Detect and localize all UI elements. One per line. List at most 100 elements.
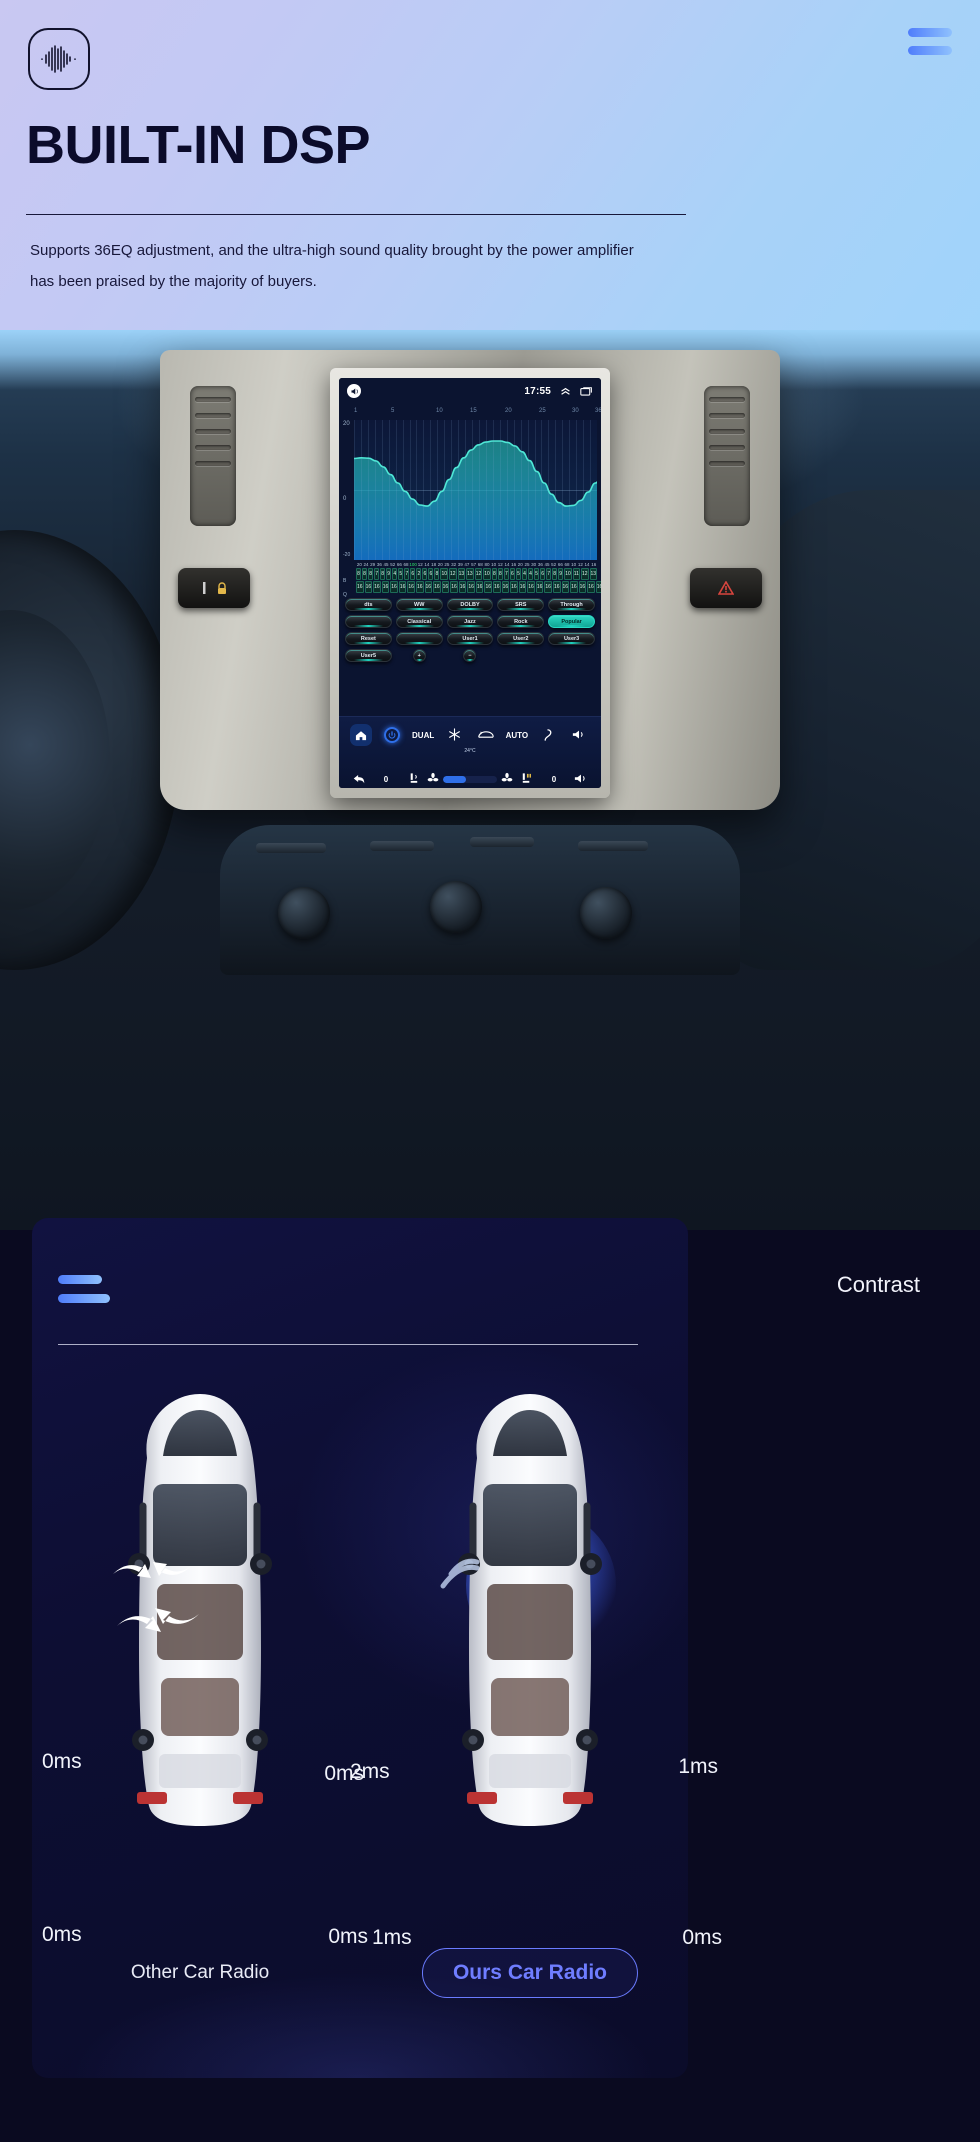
band-cell[interactable]: 16	[450, 581, 458, 593]
band-cell[interactable]: 16	[441, 581, 450, 593]
hvac-knob[interactable]	[580, 887, 632, 939]
band-cell[interactable]: 16	[484, 581, 492, 593]
power-button[interactable]	[376, 727, 407, 743]
band-cell[interactable]: 4	[392, 568, 398, 580]
band-cell[interactable]: 16	[518, 581, 527, 593]
band-q-row[interactable]: 16 16 16 16 16 16 16 16 16 16 16 16 16 16 16 16 16 16 16 16…	[343, 581, 601, 593]
band-cell[interactable]: 10	[564, 568, 572, 580]
hvac-knob[interactable]	[278, 887, 330, 939]
band-cell[interactable]: 9	[558, 568, 564, 580]
band-cell[interactable]: 11	[572, 568, 580, 580]
band-cell[interactable]: 12	[449, 568, 457, 580]
band-cell[interactable]: 16	[458, 581, 467, 593]
band-cell[interactable]: 5	[515, 568, 521, 580]
eq-chart[interactable]: 1 5 10 15 20 25 30 36 20 0	[343, 408, 601, 560]
preset-user2[interactable]: User2	[497, 632, 545, 645]
radio-screen[interactable]: 17:55 1 5 10 15 20 25 30 36 20 0 -20 20 …	[339, 378, 601, 788]
hazard-lights-button[interactable]	[690, 568, 762, 608]
heated-seat-button[interactable]	[513, 772, 540, 787]
band-cell[interactable]: 7	[374, 568, 380, 580]
band-cell[interactable]: 4	[528, 568, 534, 580]
band-cell[interactable]: 8	[497, 568, 503, 580]
band-cell[interactable]: 16	[467, 581, 475, 593]
band-cell[interactable]: 16	[433, 581, 441, 593]
defrost-button[interactable]	[470, 729, 501, 742]
band-cell[interactable]: 8	[356, 568, 362, 580]
door-lock-button[interactable]	[178, 568, 250, 608]
band-cell[interactable]: 7	[404, 568, 410, 580]
band-cell[interactable]: 6	[410, 568, 416, 580]
hamburger-menu-icon[interactable]	[898, 28, 952, 64]
band-cell[interactable]: 16	[501, 581, 510, 593]
band-cell[interactable]: 16	[398, 581, 407, 593]
band-cell[interactable]: 5	[534, 568, 540, 580]
band-cell[interactable]: 8	[362, 568, 368, 580]
band-cell[interactable]: 6	[428, 568, 434, 580]
band-cell[interactable]: 16	[535, 581, 544, 593]
band-cell[interactable]: 16	[390, 581, 398, 593]
band-cell[interactable]: 13	[457, 568, 466, 580]
band-cell[interactable]: 16	[381, 581, 390, 593]
climate-control-bar[interactable]: DUAL AUTO 24°C 0 0	[339, 716, 601, 788]
dts-logo-icon[interactable]: dts	[345, 598, 392, 611]
band-cell[interactable]: 16	[595, 581, 601, 593]
preset-classical[interactable]: Classical	[395, 615, 443, 628]
band-cell[interactable]: 8	[552, 568, 558, 580]
band-cell[interactable]: 6	[509, 568, 515, 580]
band-cell[interactable]: 8	[368, 568, 374, 580]
band-cell[interactable]: 16	[493, 581, 501, 593]
band-cell[interactable]: 16	[364, 581, 373, 593]
band-cell[interactable]: 10	[440, 568, 448, 580]
band-cell[interactable]: 16	[510, 581, 518, 593]
eq-band-table[interactable]: -20 20 24 29 36 45 52 66 68 100 12 14 18 20 25 32 39 47 5…	[343, 552, 601, 598]
band-cell[interactable]: 16	[570, 581, 578, 593]
recent-apps-icon[interactable]	[580, 386, 593, 396]
srs-logo-icon[interactable]: SRS	[497, 598, 545, 611]
auto-button[interactable]: AUTO	[501, 731, 532, 740]
band-cell[interactable]: 16	[424, 581, 433, 593]
preset-rock[interactable]: Rock	[497, 615, 545, 628]
chevron-up-icon[interactable]	[560, 387, 571, 396]
preset-user3[interactable]: User3	[548, 632, 595, 645]
band-cell[interactable]: 16	[587, 581, 595, 593]
band-cell[interactable]: 2	[416, 568, 422, 580]
band-cell[interactable]: 8	[434, 568, 440, 580]
band-cell[interactable]: 13	[466, 568, 474, 580]
balance-icon[interactable]	[345, 615, 392, 628]
band-cell[interactable]: 16	[544, 581, 552, 593]
band-cell[interactable]: 8	[491, 568, 497, 580]
volume-up-button[interactable]	[564, 729, 595, 742]
ac-button[interactable]	[439, 727, 470, 743]
preset-button-grid[interactable]: dts WW DOLBY SRS Through Classical Jazz Rock Pop…	[339, 593, 601, 665]
band-cell[interactable]: 16	[356, 581, 364, 593]
band-cell[interactable]: 7	[546, 568, 552, 580]
dolby-logo-icon[interactable]: DOLBY	[446, 598, 494, 611]
band-cell[interactable]: 12	[474, 568, 483, 580]
band-cell[interactable]: 7	[503, 568, 509, 580]
preset-user5[interactable]: User5	[345, 649, 392, 662]
band-cell[interactable]: 16	[561, 581, 570, 593]
preset-through[interactable]: Through	[548, 598, 595, 611]
plus-icon[interactable]: +	[412, 649, 426, 662]
band-cell[interactable]: 16	[475, 581, 484, 593]
ours-car-radio-button[interactable]: Ours Car Radio	[421, 1948, 639, 1998]
info-icon[interactable]	[395, 632, 443, 645]
eq-plot-area[interactable]	[354, 420, 597, 560]
preset-user1[interactable]: User1	[446, 632, 494, 645]
band-cell[interactable]: 16	[373, 581, 381, 593]
left-temp-value[interactable]: 0	[372, 775, 399, 784]
fan-slider-track[interactable]	[442, 775, 497, 783]
volume-up-button-2[interactable]	[568, 773, 595, 786]
band-cell[interactable]: 12	[580, 568, 589, 580]
band-cell[interactable]: 4	[521, 568, 527, 580]
right-temp-value[interactable]: 0	[540, 775, 567, 784]
band-cell[interactable]: 10	[483, 568, 491, 580]
band-cell[interactable]: 16	[407, 581, 415, 593]
preset-jazz[interactable]: Jazz	[446, 615, 494, 628]
minus-icon[interactable]: −	[463, 649, 477, 662]
ww-logo-icon[interactable]: WW	[395, 598, 443, 611]
contrast-hamburger-menu-icon[interactable]	[58, 1275, 110, 1313]
fan-speed-slider[interactable]	[427, 772, 513, 786]
seat-airflow-button[interactable]	[400, 772, 427, 787]
band-cell[interactable]: 16	[552, 581, 561, 593]
